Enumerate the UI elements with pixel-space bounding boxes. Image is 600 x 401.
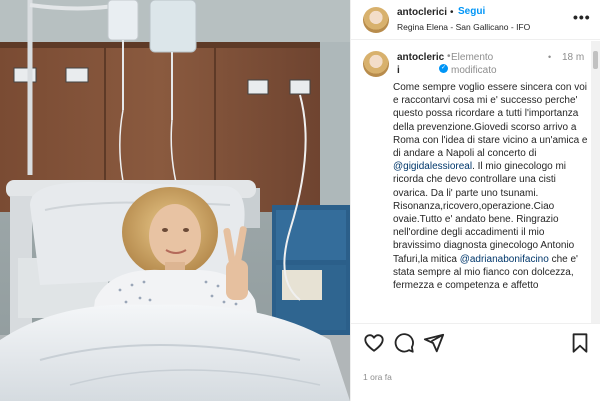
mention-link[interactable]: @gigidalessioreal xyxy=(393,161,472,172)
caption-text-part: . Il mio ginecologo mi ricorda che devo … xyxy=(393,161,575,265)
caption-area: antoclerici ✓ • Elemento modificato • 18… xyxy=(351,41,591,323)
caption-separator-dot: • xyxy=(447,51,451,62)
caption-author-username[interactable]: antoclerici xyxy=(397,51,445,77)
caption-text: Come sempre voglio essere sincera con vo… xyxy=(393,81,589,292)
author-avatar[interactable] xyxy=(363,7,389,33)
more-horizontal-icon[interactable]: ••• xyxy=(573,9,591,25)
mention-link[interactable]: @adrianabonifacino xyxy=(460,254,549,265)
post-side-panel: antoclerici • Segui Regina Elena - San G… xyxy=(350,0,600,401)
post-location[interactable]: Regina Elena - San Gallicano - IFO xyxy=(397,22,530,32)
caption-separator-dot-2: • xyxy=(548,52,552,62)
post-header: antoclerici • Segui Regina Elena - San G… xyxy=(351,0,600,40)
caption-timestamp[interactable]: 18 m xyxy=(562,51,586,64)
action-bar xyxy=(351,323,600,363)
caption-author-avatar[interactable] xyxy=(363,51,389,77)
separator-dot: • xyxy=(450,7,454,18)
follow-button[interactable]: Segui xyxy=(458,6,485,17)
edited-label: Elemento modificato xyxy=(451,52,497,76)
heart-icon[interactable] xyxy=(363,332,385,354)
share-icon[interactable] xyxy=(423,332,445,354)
author-username[interactable]: antoclerici xyxy=(397,7,447,18)
caption-text-part: Come sempre voglio essere sincera con vo… xyxy=(393,82,588,160)
bookmark-icon[interactable] xyxy=(569,332,591,354)
scrollbar-thumb[interactable] xyxy=(593,51,598,69)
comment-icon[interactable] xyxy=(393,332,415,354)
caption-scrollbar[interactable] xyxy=(591,41,600,323)
post-time-ago[interactable]: 1 ora fa xyxy=(363,372,392,382)
post-photo[interactable] xyxy=(0,0,350,401)
hospital-bed-photo xyxy=(0,0,350,401)
verified-badge-icon: ✓ xyxy=(439,64,448,73)
